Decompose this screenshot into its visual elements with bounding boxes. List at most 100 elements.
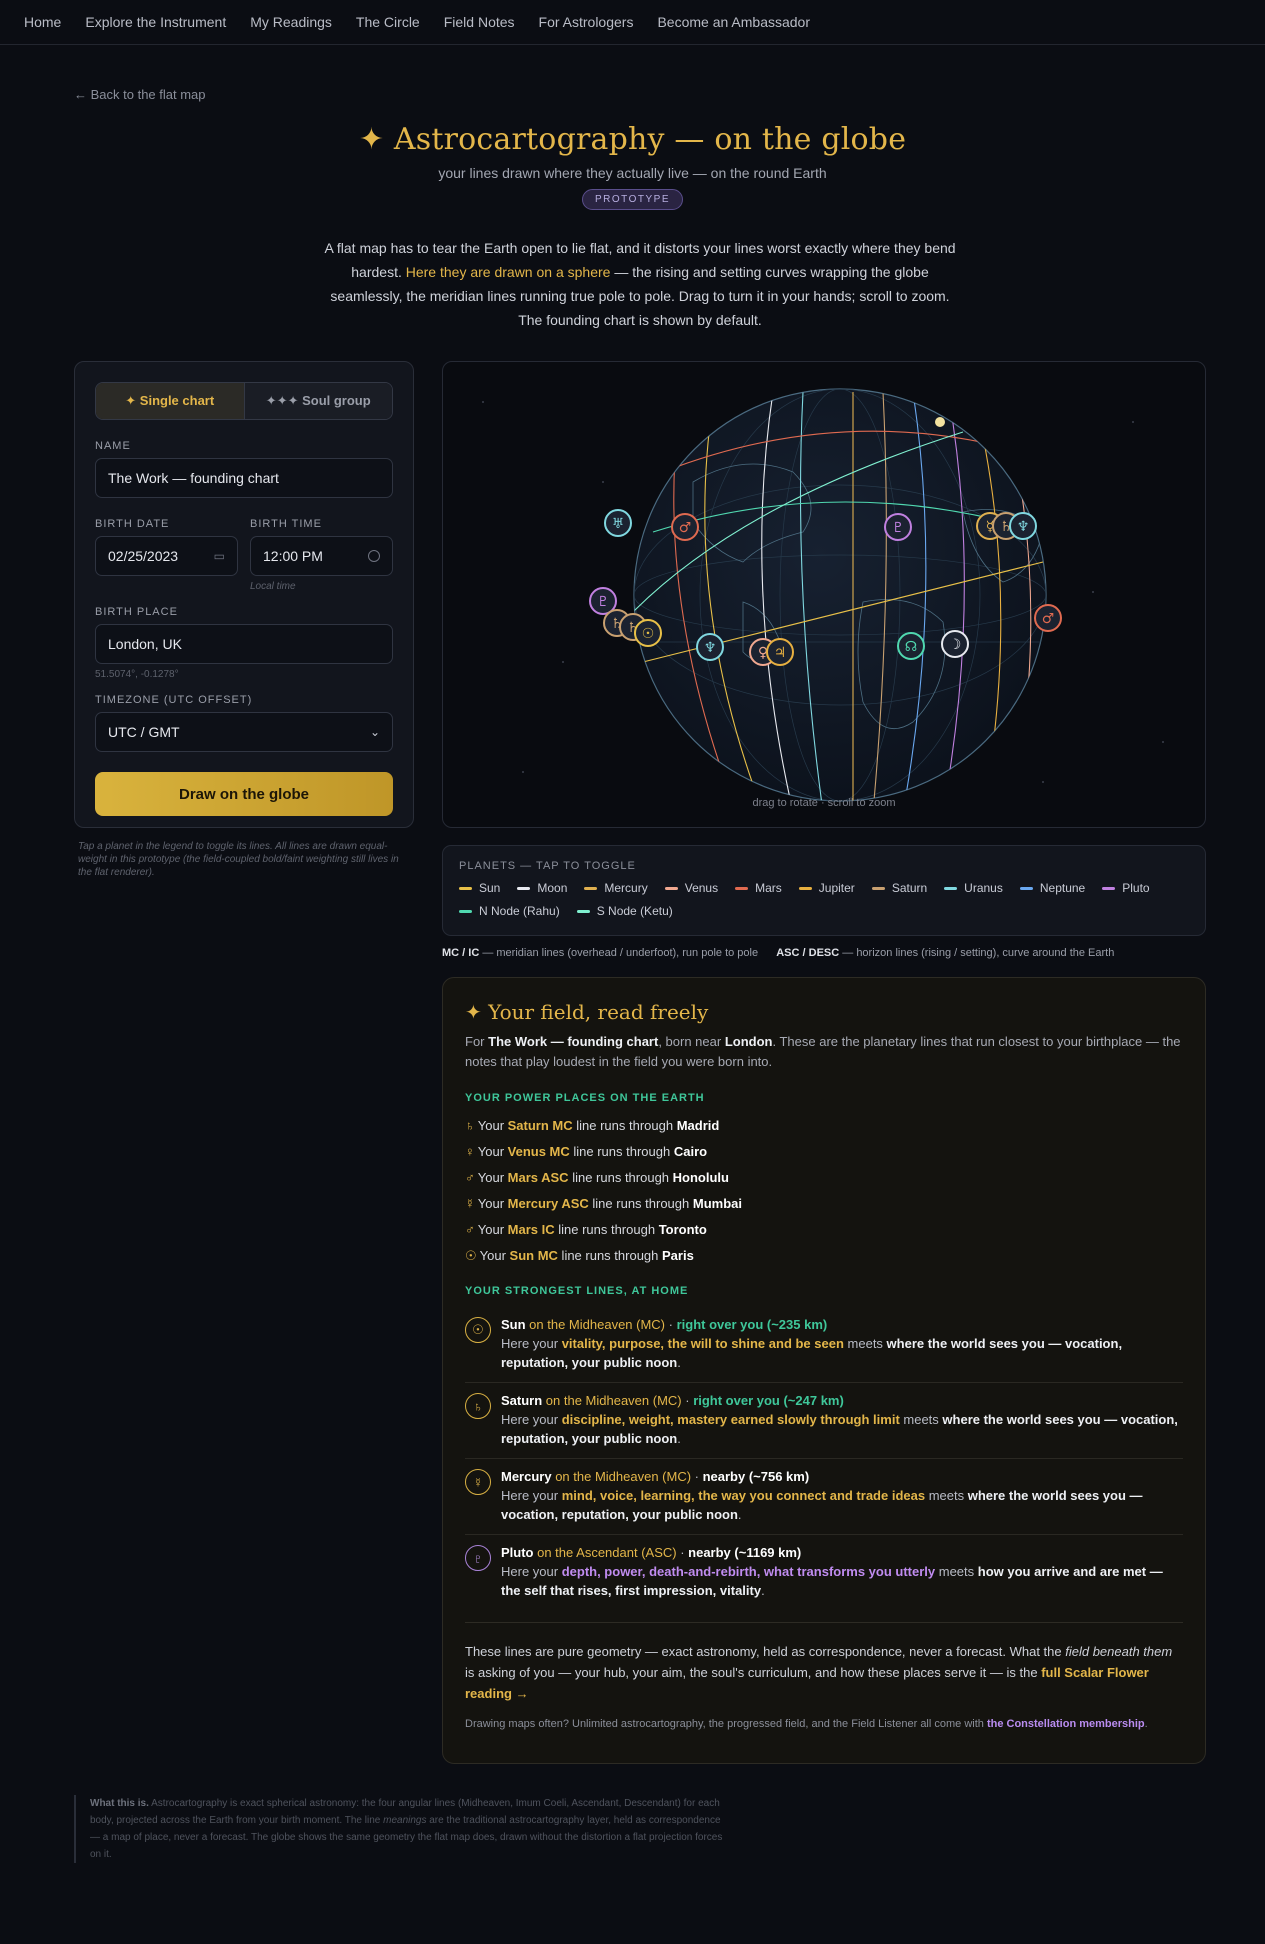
legend-swatch [735, 886, 749, 890]
calendar-icon[interactable]: ▭ [214, 549, 225, 563]
birth-date-label: BIRTH DATE [95, 518, 170, 530]
planet-marker[interactable]: ♇ [884, 513, 912, 541]
name-value: The Work — founding chart [108, 470, 279, 486]
power-place-item: ♀ Your Venus MC line runs through Cairo [465, 1139, 1183, 1165]
mode-toggle: ✦ Single chart ✦✦✦ Soul group [95, 382, 393, 420]
planet-glyph-icon: ♄ [465, 1393, 491, 1419]
name-field[interactable]: The Work — founding chart [95, 458, 393, 498]
strongest-lines-heading: YOUR STRONGEST LINES, AT HOME [465, 1285, 689, 1297]
planet-marker[interactable]: ♆ [696, 633, 724, 661]
strong-line-item: ♄ Saturn on the Midheaven (MC) · right ov… [465, 1383, 1183, 1459]
power-line-name: Mars IC [507, 1222, 555, 1237]
line-keywords: mind, voice, learning, the way you conne… [561, 1488, 926, 1503]
legend-item[interactable]: Sun [459, 881, 500, 895]
planet-glyph-icon: ☿ [465, 1469, 491, 1495]
planet-marker[interactable]: ♆ [1009, 512, 1037, 540]
back-to-flat-map-link[interactable]: ← Back to the flat map [74, 87, 206, 102]
planet-marker[interactable]: ☽ [941, 630, 969, 658]
power-line-name: Saturn MC [507, 1118, 573, 1133]
strong-line-text: Sun on the Midheaven (MC) · right over y… [501, 1315, 1183, 1372]
legend-item[interactable]: N Node (Rahu) [459, 904, 560, 918]
coordinates-readout: 51.5074°, -0.1278° [95, 669, 179, 680]
reading-card: ✦ Your field, read freely For The Work —… [442, 977, 1206, 1764]
legend-swatch [664, 886, 678, 890]
planet-marker[interactable]: ♂ [671, 513, 699, 541]
line-end: . [677, 1355, 681, 1370]
legend-label: Saturn [891, 881, 928, 895]
nav-field-notes[interactable]: Field Notes [444, 14, 515, 30]
line-meets: meets [843, 1336, 887, 1351]
line-here: Here your [501, 1336, 562, 1351]
soul-group-tab[interactable]: ✦✦✦ Soul group [243, 383, 392, 419]
sun-position-marker [935, 417, 945, 427]
nav-readings[interactable]: My Readings [250, 14, 332, 30]
nav-ambassador[interactable]: Become an Ambassador [657, 14, 810, 30]
power-runs-text: line runs through [557, 1248, 663, 1263]
birth-date-field[interactable]: 02/25/2023 ▭ [95, 536, 238, 576]
line-angle: on the Midheaven (MC) [542, 1393, 682, 1408]
asc-desc-label: ASC / DESC [776, 947, 840, 959]
power-your: Your [477, 1170, 508, 1185]
legend-item[interactable]: Pluto [1102, 881, 1150, 895]
legend-label: Sun [479, 881, 501, 895]
legend-swatch [459, 886, 472, 890]
line-planet: Mercury [501, 1469, 552, 1484]
line-distance: nearby (~756 km) [702, 1469, 810, 1484]
planet-marker-glyph: ♂ [679, 520, 692, 536]
planet-marker[interactable]: ♃ [766, 638, 794, 666]
power-your: Your [479, 1248, 510, 1263]
what-emphasis: meanings [383, 1815, 427, 1826]
line-separator: · [665, 1317, 677, 1332]
planet-marker[interactable]: ♂ [1034, 604, 1062, 632]
planet-marker[interactable]: ♅ [604, 509, 632, 537]
legend-label: Mars [755, 881, 782, 895]
legend-item[interactable]: Mars [735, 881, 782, 895]
legend-swatch [1019, 886, 1033, 890]
planet-marker[interactable]: ☉ [634, 619, 662, 647]
planet-marker[interactable]: ☊ [897, 632, 925, 660]
legend-swatch [944, 886, 958, 890]
power-runs-text: line runs through [588, 1196, 693, 1211]
power-line-name: Mars ASC [507, 1170, 569, 1185]
timezone-select[interactable]: UTC / GMT ⌄ [95, 712, 393, 752]
single-chart-tab[interactable]: ✦ Single chart [96, 383, 244, 419]
legend-swatch [871, 886, 885, 890]
legend-item[interactable]: Mercury [584, 881, 648, 895]
planet-glyph-icon: ♂ [465, 1222, 475, 1237]
birth-time-field[interactable]: 12:00 PM [250, 536, 393, 576]
legend-label: Mercury [604, 881, 648, 895]
line-distance: right over you (~235 km) [676, 1317, 828, 1332]
planet-marker-glyph: ♂ [1042, 611, 1055, 627]
legend-item[interactable]: Neptune [1019, 881, 1086, 895]
globe-canvas[interactable]: ♅ ♂ ♇ ☿ ♄ ♆♇♄ ♄ ☉♆ ♀ ♃ ☊ ☽♂ [443, 362, 1206, 828]
planet-legend: PLANETS — TAP TO TOGGLE Sun Moon Mercury Ve… [442, 845, 1206, 936]
line-end: . [761, 1583, 765, 1598]
nav-circle[interactable]: The Circle [356, 14, 420, 30]
timezone-label: TIMEZONE (UTC OFFSET) [95, 694, 253, 706]
nav-explore[interactable]: Explore the Instrument [85, 14, 226, 30]
planet-glyph-icon: ♀ [465, 1144, 475, 1159]
legend-item[interactable]: Saturn [871, 881, 928, 895]
legend-label: Neptune [1039, 881, 1086, 895]
birth-place-field[interactable]: London, UK [95, 624, 393, 664]
legend-item[interactable]: Jupiter [798, 881, 855, 895]
planet-marker-glyph: ♆ [704, 640, 717, 656]
legend-swatch [798, 886, 812, 890]
legend-item[interactable]: Moon [517, 881, 567, 895]
nav-home[interactable]: Home [24, 14, 61, 30]
legend-item[interactable]: S Node (Ketu) [576, 904, 673, 918]
what-this-is-note: What this is. Astrocartography is exact … [74, 1795, 724, 1863]
birth-time-label: BIRTH TIME [250, 518, 322, 530]
line-meets: meets [899, 1412, 943, 1427]
globe-viewer[interactable]: ♅ ♂ ♇ ☿ ♄ ♆ ♇ ♄ ♄ ☉ ♆ ♀ ♃ ☊ ☽ ♂ drag to rotate · scroll… [442, 361, 1206, 828]
legend-item[interactable]: Uranus [944, 881, 1003, 895]
planet-glyph-icon: ♇ [465, 1545, 491, 1571]
legend-item[interactable]: Venus [664, 881, 718, 895]
globe-caption: drag to rotate · scroll to zoom [752, 797, 896, 809]
clock-icon[interactable] [368, 550, 380, 562]
chart-form-panel: ✦ Single chart ✦✦✦ Soul group NAME The W… [74, 361, 414, 828]
draw-on-globe-button[interactable]: Draw on the globe [95, 772, 393, 816]
line-separator: · [681, 1393, 694, 1408]
nav-astrologers[interactable]: For Astrologers [539, 14, 634, 30]
constellation-membership-link[interactable]: the Constellation membership [987, 1718, 1145, 1730]
